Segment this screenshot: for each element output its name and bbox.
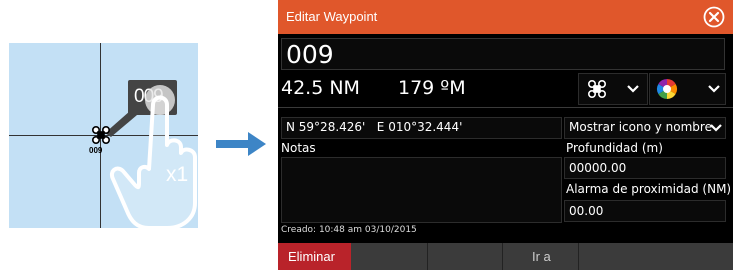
chevron-down-icon [708,85,720,93]
button-separator [427,243,428,270]
button-separator [578,243,579,270]
distance-readout: 42.5 NM [281,77,360,99]
dialog-button-bar: Eliminar Ir a [278,243,733,270]
edit-waypoint-dialog: Editar Waypoint 009 42.5 NM 179 ºM N 59°… [278,0,733,270]
waypoint-name-field[interactable]: 009 [281,38,725,70]
waypoint-name-value: 009 [286,40,334,69]
depth-field[interactable]: 00000.00 [564,157,726,179]
tap-count-label: x1 [166,163,189,186]
created-timestamp: Creado: 10:48 am 03/10/2015 [281,225,417,235]
goto-button[interactable]: Ir a [502,243,578,270]
display-option-dropdown[interactable]: Mostrar icono y nombre [564,117,726,139]
delete-button-label: Eliminar [288,249,335,264]
dialog-titlebar: Editar Waypoint [278,0,733,34]
waypoint-map-label: 009 [89,146,103,155]
position-value: N 59°28.426' E 010°32.444' [286,120,463,134]
dialog-title: Editar Waypoint [286,9,378,24]
right-arrow-icon [216,132,266,156]
color-wheel-icon [657,79,677,99]
goto-button-label: Ir a [532,249,551,264]
proximity-alarm-field[interactable]: 00.00 [564,200,726,222]
symbol-dropdown[interactable] [578,73,648,105]
close-icon[interactable] [703,6,725,28]
color-dropdown[interactable] [649,73,726,105]
depth-label: Profundidad (m) [566,141,663,155]
proximity-alarm-label: Alarma de proximidad (NM) [566,182,732,196]
divider [278,107,733,108]
waypoint-symbol-icon[interactable] [91,125,111,145]
display-option-value: Mostrar icono y nombre [569,120,712,134]
notes-field[interactable] [281,157,562,223]
tap-hand-icon [110,85,197,228]
bearing-readout: 179 ºM [398,77,466,99]
notes-label: Notas [281,141,316,155]
chevron-down-icon [627,85,639,93]
chart-map-illustration: 009 009 x1 [9,43,198,228]
depth-value: 00000.00 [569,161,627,175]
proximity-alarm-value: 00.00 [569,204,604,218]
delete-button[interactable]: Eliminar [278,243,351,270]
waypoint-symbol-icon [587,79,607,99]
chevron-down-icon [710,124,722,132]
position-field[interactable]: N 59°28.426' E 010°32.444' [281,117,562,139]
